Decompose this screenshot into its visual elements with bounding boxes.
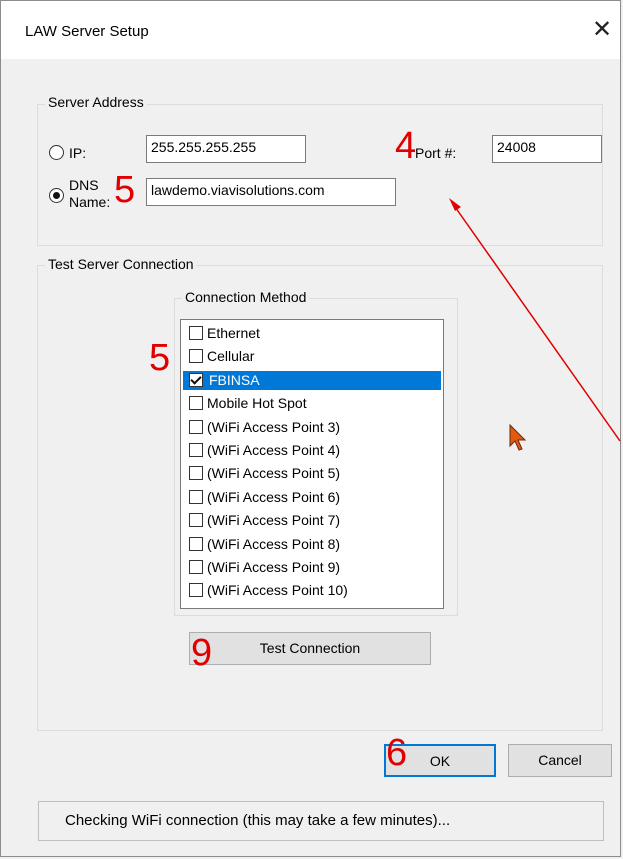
- mouse-cursor-icon: [509, 424, 527, 451]
- law-server-setup-dialog: LAW Server Setup ✕ Server Address IP: 25…: [0, 0, 621, 857]
